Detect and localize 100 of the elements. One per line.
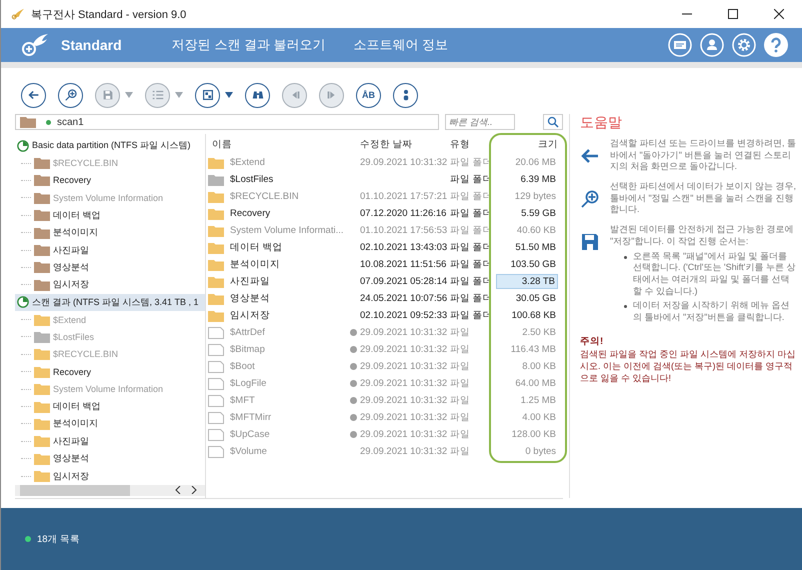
date-cell: 29.09.2021 10:31:32 bbox=[360, 361, 448, 372]
file-icon bbox=[208, 428, 224, 440]
size-cell[interactable]: 51.50 MB bbox=[511, 241, 558, 254]
type-cell: 파일 bbox=[450, 361, 470, 372]
scroll-right-icon[interactable] bbox=[191, 486, 197, 494]
tree-item[interactable]: 사진파일 bbox=[15, 432, 205, 450]
type-cell: 파일 bbox=[450, 412, 470, 423]
folder-icon bbox=[208, 174, 224, 186]
file-name[interactable]: 영상분석 bbox=[230, 292, 270, 305]
file-icon bbox=[208, 394, 224, 406]
dropdown-caret-icon[interactable] bbox=[225, 92, 233, 98]
help-icon[interactable] bbox=[764, 33, 788, 57]
toolbar-button[interactable] bbox=[21, 82, 46, 108]
date-cell: 29.09.2021 10:31:32 bbox=[360, 412, 448, 423]
help-text: 검색할 파티션 또는 드라이브를 변경하려면, 툴바에서 "돌아가기" 버튼을 눌러 연결된 스토리지의 처음 화면으로 돌아갑니다. bbox=[610, 138, 796, 174]
file-name[interactable]: 분석이미지 bbox=[230, 258, 280, 271]
tree-item[interactable]: 스캔 결과 (NTFS 파일 시스템, 3.41 TB , 1 bbox=[15, 294, 205, 311]
tree-item[interactable]: 데이터 백업 bbox=[15, 206, 205, 224]
folder-icon bbox=[34, 278, 50, 291]
date-cell: 29.09.2021 10:31:32 bbox=[360, 344, 448, 355]
search-icon[interactable] bbox=[543, 114, 563, 130]
folder-icon bbox=[34, 348, 50, 360]
back-arrow-icon bbox=[26, 88, 40, 102]
date-cell: 29.09.2021 10:31:32 bbox=[360, 378, 448, 389]
date-cell: 07.09.2021 05:28:14 bbox=[360, 276, 448, 287]
tree-item[interactable]: 데이터 백업 bbox=[15, 398, 205, 416]
folder-icon bbox=[34, 174, 50, 186]
date-cell: 29.09.2021 10:31:32 bbox=[360, 429, 448, 440]
size-cell[interactable]: 3.28 TB bbox=[496, 274, 558, 289]
column-header[interactable]: 이름 bbox=[208, 138, 360, 150]
date-cell: 01.10.2021 17:56:53 bbox=[360, 225, 448, 236]
folder-icon bbox=[34, 330, 50, 343]
type-cell: 파일 bbox=[450, 429, 470, 440]
file-name[interactable]: Recovery bbox=[230, 208, 270, 219]
toolbar-button[interactable] bbox=[58, 82, 83, 108]
tree-item[interactable]: Recovery bbox=[15, 363, 205, 380]
tree-item[interactable]: 영상분석 bbox=[15, 450, 205, 468]
folder-icon bbox=[34, 470, 50, 482]
grid-view-icon bbox=[200, 88, 214, 102]
tree-item[interactable]: 분석이미지 bbox=[15, 415, 205, 433]
folder-icon bbox=[34, 244, 50, 256]
column-header[interactable]: 크기 bbox=[494, 138, 558, 150]
file-icon bbox=[208, 446, 224, 458]
path-field[interactable]: scan1 bbox=[15, 114, 439, 130]
help-text: 발견된 데이터를 안전하게 접근 가능한 경로에 "저장"합니다. 이 작업 진행 순서는: bbox=[610, 224, 795, 248]
help-step: 데이터 저장을 시작하기 위해 메뉴 옵션의 툴바에서 "저장"버튼을 클릭합니다. bbox=[633, 300, 796, 324]
type-cell: 파일 bbox=[450, 395, 470, 406]
file-name[interactable]: 데이터 백업 bbox=[230, 241, 283, 254]
magnifier-icon bbox=[580, 189, 600, 210]
scroll-left-icon[interactable] bbox=[175, 486, 181, 494]
search-field[interactable]: 빠른 검색.. bbox=[445, 114, 515, 130]
tree-item[interactable]: 분석이미지 bbox=[15, 224, 205, 242]
column-header[interactable]: 수정한 날짜 bbox=[360, 138, 450, 150]
horizontal-scrollbar[interactable] bbox=[15, 484, 205, 496]
date-cell: 01.10.2021 17:57:21 bbox=[360, 191, 448, 202]
date-cell: 24.05.2021 10:07:56 bbox=[360, 293, 448, 304]
folder-icon bbox=[208, 224, 224, 236]
size-cell[interactable]: 6.39 MB bbox=[516, 173, 558, 186]
folder-icon bbox=[208, 292, 224, 304]
file-name[interactable]: 사진파일 bbox=[230, 275, 270, 288]
type-cell: 파일 bbox=[450, 344, 470, 355]
close-icon[interactable] bbox=[774, 9, 784, 19]
tree-item[interactable]: 임시저장 bbox=[15, 467, 205, 485]
item-count: 18개 목록 bbox=[37, 532, 80, 546]
folder-icon bbox=[208, 276, 224, 288]
size-cell[interactable]: 100.68 KB bbox=[508, 309, 558, 322]
size-cell[interactable]: 5.59 GB bbox=[517, 207, 558, 220]
date-cell: 29.09.2021 10:31:32 bbox=[360, 327, 448, 338]
toolbar-button[interactable] bbox=[195, 82, 220, 108]
tree-item[interactable]: Recovery bbox=[15, 172, 205, 190]
folder-icon bbox=[34, 383, 50, 396]
checklist-icon bbox=[150, 88, 164, 102]
date-cell: 29.09.2021 10:31:32 bbox=[360, 446, 448, 457]
folder-icon bbox=[34, 209, 50, 222]
settings-icon[interactable] bbox=[732, 33, 756, 57]
size-cell[interactable]: 30.05 GB bbox=[512, 292, 558, 305]
folder-icon bbox=[34, 452, 50, 465]
toolbar-button[interactable] bbox=[245, 82, 270, 108]
card-icon[interactable] bbox=[668, 33, 692, 57]
maximize-icon[interactable] bbox=[728, 9, 738, 19]
user-icon[interactable] bbox=[700, 33, 724, 57]
file-name[interactable]: $LostFiles bbox=[230, 174, 274, 185]
path-text: scan1 bbox=[57, 116, 84, 128]
help-title: 도움말 bbox=[580, 114, 623, 132]
folder-icon bbox=[34, 192, 50, 204]
toolbar-button[interactable]: ÅB bbox=[356, 82, 381, 108]
column-header[interactable]: 유형 bbox=[450, 138, 494, 150]
partition-icon bbox=[17, 140, 29, 152]
product-name: Standard bbox=[61, 37, 122, 53]
wing-logo-icon bbox=[11, 8, 25, 20]
tree-item[interactable]: 영상분석 bbox=[15, 258, 205, 276]
folder-icon bbox=[208, 258, 224, 270]
tree-item[interactable]: Basic data partition (NTFS 파일 시스템) bbox=[15, 137, 205, 154]
tree-item[interactable]: 사진파일 bbox=[15, 241, 205, 259]
file-icon bbox=[208, 326, 224, 338]
file-name[interactable]: 임시저장 bbox=[230, 309, 270, 322]
size-cell[interactable]: 103.50 GB bbox=[506, 258, 558, 271]
toolbar-button[interactable] bbox=[393, 82, 418, 108]
folder-icon bbox=[208, 310, 224, 322]
tree-item[interactable]: 임시저장 bbox=[15, 276, 205, 294]
